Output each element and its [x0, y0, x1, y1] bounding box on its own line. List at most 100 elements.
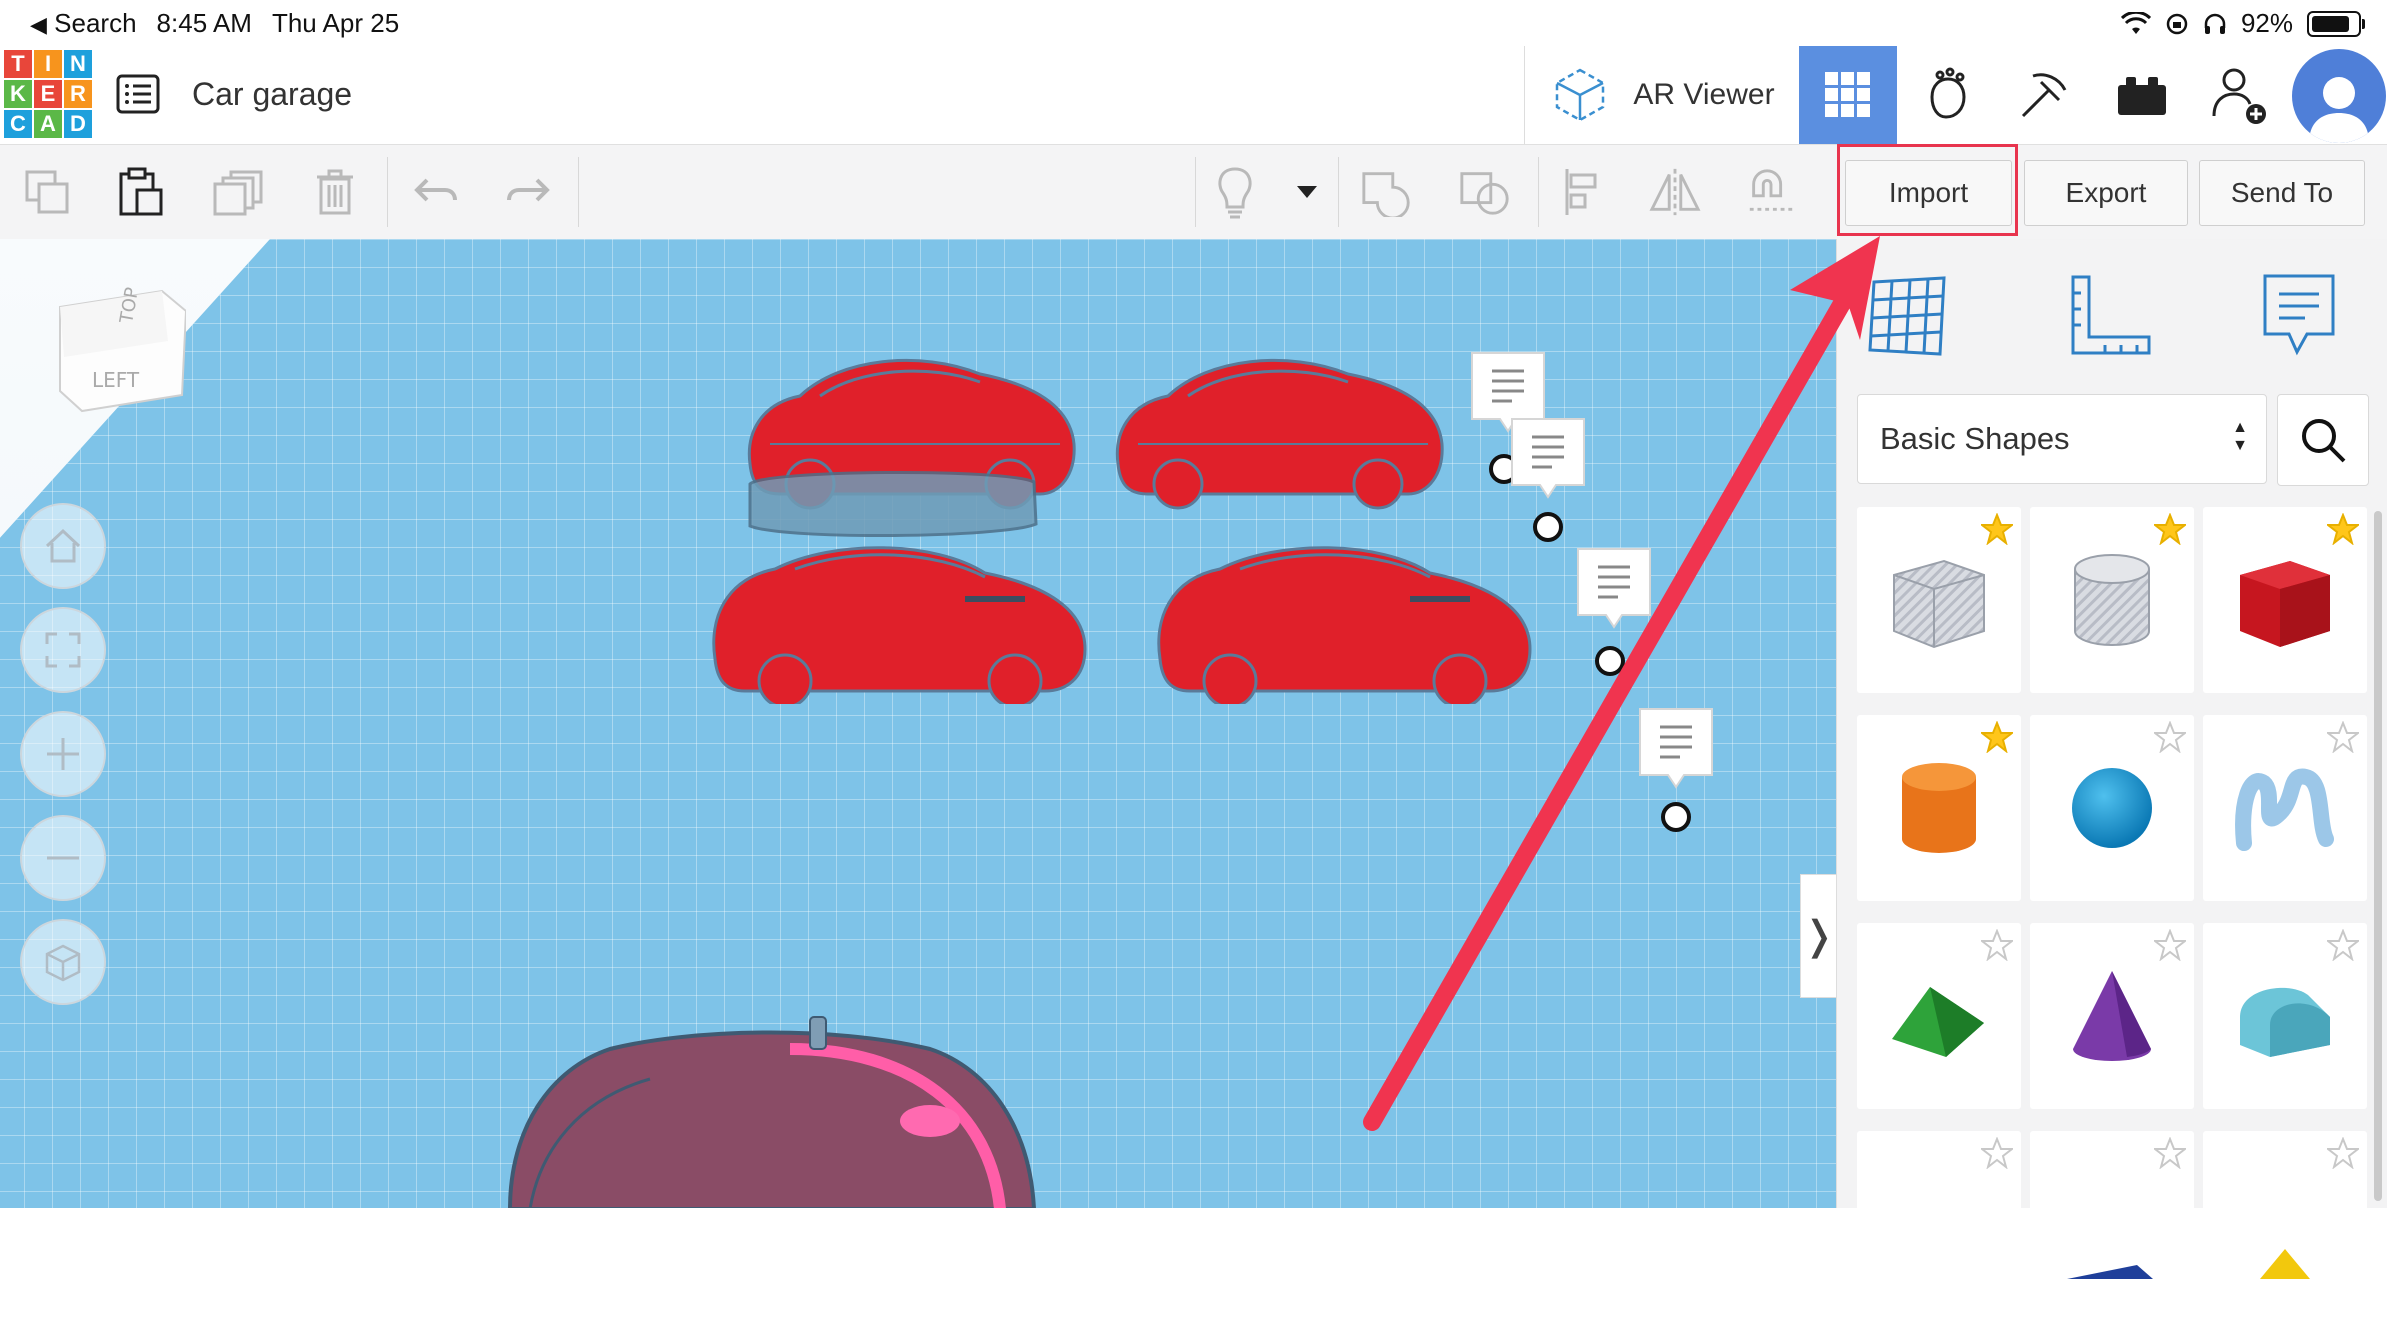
redo-button[interactable]: [502, 165, 556, 219]
notes-light-button[interactable]: [1208, 165, 1262, 219]
status-date: Thu Apr 25: [271, 8, 400, 38]
star-outline-icon[interactable]: [2152, 720, 2188, 758]
sim-lab-button[interactable]: [2093, 46, 2191, 144]
star-outline-icon[interactable]: [2325, 928, 2361, 966]
ar-cube-icon: [1556, 68, 1605, 122]
star-outline-icon[interactable]: [2152, 1136, 2188, 1174]
cruise-button[interactable]: [1744, 165, 1798, 219]
back-triangle-icon: ◀: [30, 12, 47, 37]
ar-viewer-button[interactable]: AR Viewer: [1524, 46, 1799, 144]
logo-letter: T: [4, 50, 32, 78]
shape-grid: [1857, 507, 2367, 1317]
workplane-canvas[interactable]: TOP LEFT ❭: [0, 239, 1836, 1208]
workplane-tool-button[interactable]: [1857, 267, 1957, 367]
ungroup-button[interactable]: [1458, 165, 1512, 219]
shape-tile-cone[interactable]: [2030, 923, 2194, 1109]
status-time: 8:45 AM: [156, 8, 252, 38]
group-button[interactable]: [1360, 165, 1414, 219]
star-outline-icon[interactable]: [2325, 720, 2361, 758]
duplicate-button[interactable]: [212, 165, 266, 219]
blocks-button[interactable]: [1897, 46, 1995, 144]
notes-tool-button[interactable]: [2249, 267, 2349, 367]
copy-button[interactable]: [20, 165, 74, 219]
ruler-tool-button[interactable]: [2059, 267, 2159, 367]
paste-button[interactable]: [114, 165, 168, 219]
star-outline-icon[interactable]: [2152, 928, 2188, 966]
car-model-top-right[interactable]: [1108, 344, 1448, 514]
star-filled-icon[interactable]: [1979, 512, 2015, 550]
shape-tile-roof[interactable]: [1857, 923, 2021, 1109]
star-filled-icon[interactable]: [2325, 512, 2361, 550]
panel-scrollbar[interactable]: [2374, 511, 2382, 1201]
brick-icon: [2118, 77, 2166, 115]
shape-tile-pyramid[interactable]: [2203, 1131, 2367, 1317]
view-cube[interactable]: TOP LEFT: [56, 287, 186, 417]
zoom-out-button[interactable]: [20, 815, 106, 901]
back-to-search[interactable]: ◀ Search: [30, 8, 137, 39]
car-model-bottom-left[interactable]: [705, 529, 1090, 704]
wifi-icon: [2120, 11, 2151, 34]
undo-button[interactable]: [408, 165, 462, 219]
car-model-foreground[interactable]: [490, 1009, 1050, 1208]
shape-tile-wedge[interactable]: [2030, 1131, 2194, 1317]
shape-tile-scribble[interactable]: [2203, 715, 2367, 901]
home-icon: [45, 528, 81, 563]
logo-letter: K: [4, 80, 32, 108]
invite-people-button[interactable]: [2191, 46, 2289, 144]
fit-view-button[interactable]: [20, 607, 106, 693]
perspective-toggle-button[interactable]: [20, 919, 106, 1005]
shape-tile-cylinder-hole[interactable]: [2030, 507, 2194, 693]
battery-percent: 92%: [2240, 8, 2293, 38]
note-marker[interactable]: [1636, 705, 1716, 841]
mirror-button[interactable]: [1648, 165, 1702, 219]
lightbulb-icon: [1218, 167, 1252, 219]
user-silhouette-icon: [2309, 77, 2369, 143]
shape-library-select[interactable]: Basic Shapes ▲ ▼: [1857, 394, 2267, 484]
zoom-in-button[interactable]: [20, 711, 106, 797]
logo-letter: C: [4, 110, 32, 138]
shape-tile-round-roof[interactable]: [2203, 923, 2367, 1109]
home-view-button[interactable]: [20, 503, 106, 589]
note-marker[interactable]: [1508, 415, 1588, 551]
star-outline-icon[interactable]: [1979, 1136, 2015, 1174]
send-to-button[interactable]: Send To: [2199, 160, 2365, 226]
star-filled-icon[interactable]: [1979, 720, 2015, 758]
star-filled-icon[interactable]: [2152, 512, 2188, 550]
bricks-button[interactable]: [1995, 46, 2093, 144]
search-icon: [2302, 419, 2346, 463]
shape-tile-cylinder[interactable]: [1857, 715, 2021, 901]
add-user-icon: [2212, 68, 2266, 124]
export-button[interactable]: Export: [2024, 160, 2188, 226]
user-profile-button[interactable]: [2289, 46, 2387, 144]
duplicate-icon: [213, 170, 263, 216]
design-list-button[interactable]: [112, 68, 164, 120]
star-outline-icon[interactable]: [2325, 1136, 2361, 1174]
workplane-grid-icon: [1868, 276, 1946, 356]
shape-tile-sphere[interactable]: [2030, 715, 2194, 901]
car-model-bottom-right[interactable]: [1150, 529, 1535, 704]
note-marker[interactable]: [1574, 545, 1654, 681]
import-highlight-annotation: [1837, 144, 2018, 236]
notes-dropdown-button[interactable]: [1280, 165, 1334, 219]
shape-tile-box-hole[interactable]: [1857, 507, 2021, 693]
orientation-lock-icon: [2166, 13, 2188, 34]
note-bubble-icon: [2263, 274, 2335, 356]
logo-letter: A: [34, 110, 62, 138]
tinkercad-logo[interactable]: TIN KER CAD: [4, 50, 92, 138]
battery-icon: [2307, 10, 2365, 37]
delete-button[interactable]: [308, 165, 362, 219]
mirror-icon: [1649, 168, 1701, 216]
design-title[interactable]: Car garage: [192, 76, 352, 113]
fit-view-icon: [45, 632, 81, 668]
copy-icon: [25, 170, 69, 214]
shape-tile-box[interactable]: [2203, 507, 2367, 693]
star-outline-icon[interactable]: [1979, 928, 2015, 966]
shape-tile-text[interactable]: [1857, 1131, 2021, 1317]
shape-search-button[interactable]: [2277, 394, 2369, 486]
3d-design-view-button[interactable]: [1799, 46, 1897, 144]
align-button[interactable]: [1556, 165, 1610, 219]
gears-hand-icon: [1930, 67, 1966, 119]
app-header: TIN KER CAD Car garage AR Viewer: [0, 46, 2387, 145]
collapse-panel-button[interactable]: ❭: [1800, 874, 1836, 998]
select-arrows-icon: ▲ ▼: [2232, 419, 2248, 454]
